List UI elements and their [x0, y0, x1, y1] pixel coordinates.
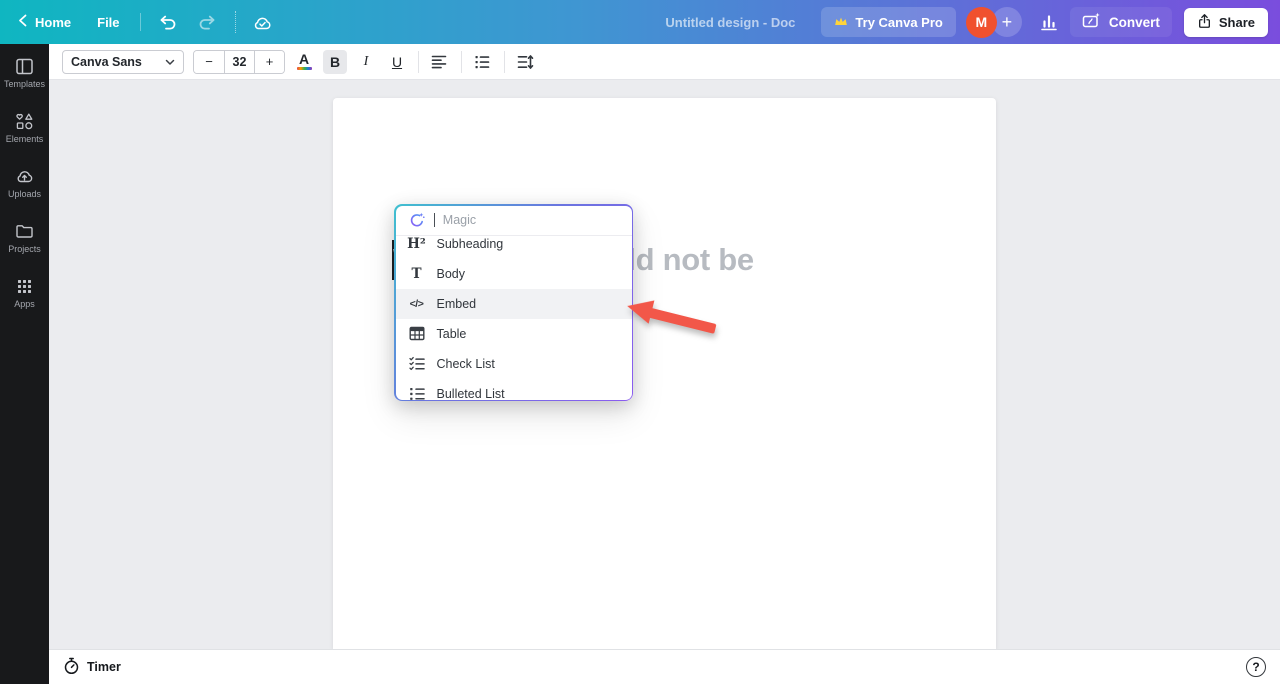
convert-label: Convert	[1108, 14, 1160, 30]
table-icon	[408, 326, 426, 341]
toolbar-separator	[461, 50, 462, 73]
file-label: File	[97, 14, 120, 30]
plus-icon: +	[1001, 11, 1013, 32]
undo-button[interactable]	[155, 9, 181, 35]
stopwatch-icon	[63, 657, 80, 678]
format-toolbar: Canva Sans − 32 + A B I U	[49, 44, 1280, 80]
try-canva-pro-button[interactable]: Try Canva Pro	[821, 7, 956, 37]
font-name: Canva Sans	[71, 54, 142, 69]
menu-item-bulleted-list[interactable]: Bulleted List	[396, 379, 632, 400]
cloud-save-status[interactable]	[250, 9, 276, 35]
insights-button[interactable]	[1036, 9, 1062, 35]
cloud-check-icon	[254, 17, 271, 29]
convert-button[interactable]: Convert	[1069, 7, 1172, 37]
help-button[interactable]: ?	[1246, 657, 1266, 677]
sidebar-item-apps[interactable]: Apps	[0, 277, 49, 309]
sidebar-item-projects[interactable]: Projects	[0, 222, 49, 254]
line-spacing-icon	[517, 54, 534, 69]
timer-button[interactable]: Timer	[63, 657, 121, 678]
apps-grid-icon	[18, 280, 31, 293]
bar-chart-icon	[1041, 14, 1057, 30]
bulleted-list-icon	[475, 55, 490, 68]
chevron-left-icon	[18, 14, 27, 30]
bold-button[interactable]: B	[323, 49, 347, 74]
statusbar: Timer ?	[49, 649, 1280, 684]
rainbow-color-bar	[296, 67, 312, 70]
elements-icon	[16, 113, 33, 130]
try-pro-label: Try Canva Pro	[855, 14, 943, 30]
topbar-separator	[139, 13, 141, 31]
templates-icon	[16, 58, 33, 75]
home-label: Home	[35, 14, 72, 30]
avatar[interactable]: M	[965, 6, 997, 38]
align-left-icon	[431, 55, 447, 68]
body-text-icon: T	[411, 265, 422, 282]
topbar: Home File Untitled design - Doc Try Canv…	[0, 0, 1280, 44]
toolbar-separator	[418, 50, 419, 73]
sidebar: Templates Elements Uploads Projects Apps	[0, 44, 49, 684]
menu-item-body[interactable]: T Body	[396, 259, 632, 289]
timer-label: Timer	[87, 660, 121, 674]
canva-doc-editor: Home File Untitled design - Doc Try Canv…	[0, 0, 1280, 684]
list-button[interactable]	[469, 50, 495, 74]
check-list-icon	[408, 356, 426, 371]
home-button[interactable]: Home	[12, 10, 77, 34]
file-menu-button[interactable]: File	[91, 11, 125, 34]
undo-icon	[160, 15, 176, 30]
document-title[interactable]: Untitled design - Doc	[665, 15, 795, 30]
folder-icon	[16, 225, 33, 238]
menu-list: H² Subheading T Body </> Embed Table Che…	[395, 236, 632, 400]
italic-button[interactable]: I	[354, 50, 378, 74]
text-color-button[interactable]: A	[292, 50, 316, 74]
share-icon	[1197, 13, 1212, 32]
magic-input[interactable]: Magic	[396, 206, 632, 235]
redo-icon	[199, 15, 215, 30]
menu-item-embed[interactable]: </> Embed	[395, 288, 632, 319]
editor-canvas: Write what should not be Magic	[49, 80, 1280, 649]
line-spacing-button[interactable]	[512, 50, 538, 74]
sidebar-item-uploads[interactable]: Uploads	[0, 167, 49, 199]
bulleted-list-icon	[408, 386, 426, 400]
menu-item-check-list[interactable]: Check List	[396, 349, 632, 379]
topbar-separator-dotted	[234, 11, 236, 33]
font-size-increase-button[interactable]: +	[254, 50, 284, 73]
toolbar-separator	[504, 50, 505, 73]
sidebar-item-elements[interactable]: Elements	[0, 112, 49, 144]
underline-button[interactable]: U	[385, 50, 409, 74]
magic-write-icon	[408, 212, 426, 228]
embed-code-icon: </>	[409, 297, 424, 310]
subheading-icon: H²	[407, 235, 426, 252]
menu-item-subheading[interactable]: H² Subheading	[396, 236, 632, 259]
convert-magic-icon	[1082, 12, 1101, 33]
upload-cloud-icon	[17, 171, 33, 183]
menu-item-table[interactable]: Table	[396, 319, 632, 349]
font-family-select[interactable]: Canva Sans	[62, 49, 184, 74]
share-button[interactable]: Share	[1183, 7, 1268, 37]
share-label: Share	[1218, 14, 1255, 30]
alignment-button[interactable]	[426, 50, 452, 74]
crown-icon	[834, 15, 848, 30]
input-caret	[433, 213, 435, 227]
block-type-menu: Magic H² Subheading T Body </> Embed Tab…	[394, 204, 633, 401]
font-size-value[interactable]: 32	[224, 50, 254, 73]
question-mark-icon: ?	[1252, 660, 1260, 674]
chevron-down-icon	[165, 55, 175, 69]
font-size-decrease-button[interactable]: −	[194, 50, 224, 73]
magic-placeholder: Magic	[442, 213, 477, 227]
font-size-stepper: − 32 +	[193, 49, 285, 74]
sidebar-item-templates[interactable]: Templates	[0, 57, 49, 89]
redo-button[interactable]	[195, 9, 221, 35]
